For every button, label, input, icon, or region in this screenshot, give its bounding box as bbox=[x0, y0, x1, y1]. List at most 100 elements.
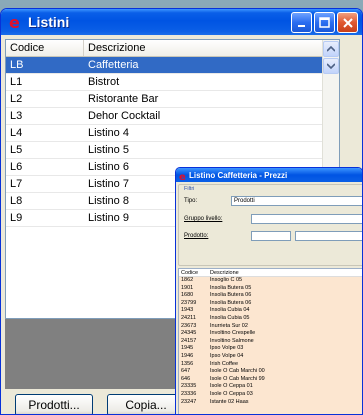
svg-text:e: e bbox=[9, 14, 20, 30]
title-bar[interactable]: e Listini bbox=[1, 9, 362, 35]
price-item-code: 23799 bbox=[181, 299, 197, 306]
scroll-down-icon[interactable] bbox=[323, 58, 339, 74]
price-item-description: Insolia Butera 06 bbox=[210, 299, 252, 306]
prices-column-codice[interactable]: Codice bbox=[179, 269, 208, 276]
price-item-code: 23673 bbox=[181, 322, 197, 329]
prices-column-descrizione[interactable]: Descrizione bbox=[208, 269, 241, 276]
column-header-codice[interactable]: Codice bbox=[6, 40, 84, 56]
table-row[interactable]: L2 Ristorante Bar bbox=[6, 91, 339, 108]
price-item-code: 1943 bbox=[181, 307, 194, 314]
row-description: Listino 4 bbox=[88, 127, 129, 139]
price-list-item[interactable]: 646 Isole O Cab Marchi 99 bbox=[179, 375, 362, 384]
price-item-description: Ipso Volpe 03 bbox=[210, 345, 244, 352]
gruppo-livello-label[interactable]: Gruppo livello: bbox=[184, 216, 222, 222]
price-list-item[interactable]: 1943 Insolia Cubia 04 bbox=[179, 307, 362, 315]
price-list-item[interactable]: 23673 Inurrieta Sur 02 bbox=[179, 322, 362, 331]
row-description: Ristorante Bar bbox=[88, 93, 159, 105]
tipo-select[interactable]: Prodotti bbox=[231, 196, 362, 206]
popup-title-bar[interactable]: e Listino Caffetteria - Prezzi bbox=[176, 168, 362, 185]
row-code: L4 bbox=[10, 127, 23, 139]
row-description: Bistrot bbox=[88, 76, 120, 88]
price-item-code: 1680 bbox=[181, 292, 194, 299]
price-item-code: 646 bbox=[181, 375, 191, 382]
desktop-background: e Listini Codice Descrizione LB Caffette… bbox=[0, 0, 363, 415]
price-item-code: 1356 bbox=[181, 360, 194, 367]
price-list-item[interactable]: 24211 Insolia Cubia 05 bbox=[179, 314, 362, 323]
app-e-icon: e bbox=[7, 14, 23, 30]
table-row[interactable]: LB Caffetteria bbox=[6, 57, 339, 74]
price-item-description: Ipso Volpe 04 bbox=[210, 352, 244, 359]
prices-list-header: Codice Descrizione bbox=[179, 269, 362, 277]
prodotto-code-input[interactable] bbox=[251, 231, 291, 241]
price-item-description: Insolia Cubia 04 bbox=[210, 307, 250, 314]
prodotto-desc-input[interactable] bbox=[295, 231, 362, 241]
row-code: L8 bbox=[10, 195, 23, 207]
column-header-descrizione[interactable]: Descrizione bbox=[84, 40, 339, 56]
price-item-code: 24157 bbox=[181, 337, 197, 344]
table-row[interactable]: L4 Listino 4 bbox=[6, 125, 339, 142]
row-code: L5 bbox=[10, 144, 23, 156]
row-code: L6 bbox=[10, 161, 23, 173]
price-list-item[interactable]: 24157 Involtino Salmone bbox=[179, 337, 362, 346]
table-row[interactable]: L1 Bistrot bbox=[6, 74, 339, 91]
price-list-item[interactable]: 1356 Irish Coffee bbox=[179, 360, 362, 369]
price-item-code: 1946 bbox=[181, 352, 194, 359]
price-item-description: Insoglio C 05 bbox=[210, 277, 243, 283]
price-item-description: Insolia Butera 05 bbox=[210, 284, 252, 291]
minimize-button[interactable] bbox=[291, 12, 312, 33]
price-item-code: 24345 bbox=[181, 330, 197, 337]
price-item-description: Involtino Salmone bbox=[210, 337, 254, 344]
price-item-code: 647 bbox=[181, 368, 191, 375]
gruppo-livello-input[interactable] bbox=[251, 214, 362, 224]
price-item-code: 23335 bbox=[181, 383, 197, 390]
price-item-description: Istante 02 Haas bbox=[210, 398, 249, 405]
price-list-item[interactable]: 24345 Involtino Crespelle bbox=[179, 330, 362, 338]
prodotti-button[interactable]: Prodotti... bbox=[15, 394, 93, 414]
table-header: Codice Descrizione bbox=[6, 40, 339, 57]
price-item-description: Isole O Ceppa 01 bbox=[210, 383, 253, 390]
table-row[interactable]: L5 Listino 5 bbox=[6, 142, 339, 159]
price-item-code: 1862 bbox=[181, 277, 194, 283]
price-item-description: Isole O Ceppa 03 bbox=[210, 390, 253, 397]
maximize-button[interactable] bbox=[314, 12, 335, 33]
price-list-item[interactable]: 1680 Insolia Butera 06 bbox=[179, 292, 362, 300]
price-list-item[interactable]: 1901 Insolia Butera 05 bbox=[179, 284, 362, 293]
tipo-label: Tipo: bbox=[184, 198, 198, 204]
scroll-up-icon[interactable] bbox=[323, 41, 339, 57]
price-list-item[interactable]: 23336 Isole O Ceppa 03 bbox=[179, 390, 362, 399]
price-item-description: Involtino Crespelle bbox=[210, 330, 256, 337]
row-code: L7 bbox=[10, 178, 23, 190]
row-description: Dehor Cocktail bbox=[88, 110, 161, 122]
price-list-item[interactable]: 1946 Ipso Volpe 04 bbox=[179, 352, 362, 361]
popup-app-e-icon: e bbox=[179, 168, 186, 185]
price-item-code: 1945 bbox=[181, 345, 194, 352]
prodotto-label[interactable]: Prodotto: bbox=[184, 233, 208, 239]
price-list-item[interactable]: 23335 Isole O Ceppa 01 bbox=[179, 383, 362, 391]
row-code: L2 bbox=[10, 93, 23, 105]
listino-prezzi-window: e Listino Caffetteria - Prezzi Filtri Ti… bbox=[175, 167, 363, 415]
price-list-item[interactable]: 23799 Insolia Butera 06 bbox=[179, 299, 362, 308]
price-list-item[interactable]: 1862 Insoglio C 05 bbox=[179, 277, 362, 285]
price-item-description: Inurrieta Sur 02 bbox=[210, 322, 248, 329]
price-item-code: 23247 bbox=[181, 398, 197, 405]
row-description: Listino 5 bbox=[88, 144, 129, 156]
price-item-code: 24211 bbox=[181, 314, 196, 321]
copia-button[interactable]: Copia... bbox=[107, 394, 185, 414]
prices-list: Codice Descrizione 1862 Insoglio C 05 1901… bbox=[178, 268, 362, 414]
popup-title: Listino Caffetteria - Prezzi bbox=[189, 170, 288, 180]
price-list-item[interactable]: 23247 Istante 02 Haas bbox=[179, 398, 362, 407]
price-item-description: Irish Coffee bbox=[210, 360, 239, 367]
price-item-description: Insolia Butera 06 bbox=[210, 292, 252, 299]
price-item-description: Isole O Cab Marchi 00 bbox=[210, 368, 265, 375]
price-item-code: 1901 bbox=[181, 284, 194, 291]
price-list-item[interactable]: 1945 Ipso Volpe 03 bbox=[179, 345, 362, 353]
svg-text:e: e bbox=[179, 172, 186, 181]
row-code: LB bbox=[10, 59, 24, 71]
close-button[interactable] bbox=[337, 12, 358, 33]
row-code: L1 bbox=[10, 76, 23, 88]
window-title: Listini bbox=[28, 14, 70, 30]
filters-group: Filtri Tipo: Prodotti Gruppo livello: Pr… bbox=[178, 184, 362, 266]
row-description: Caffetteria bbox=[88, 59, 139, 71]
table-row[interactable]: L3 Dehor Cocktail bbox=[6, 108, 339, 125]
price-list-item[interactable]: 647 Isole O Cab Marchi 00 bbox=[179, 368, 362, 376]
